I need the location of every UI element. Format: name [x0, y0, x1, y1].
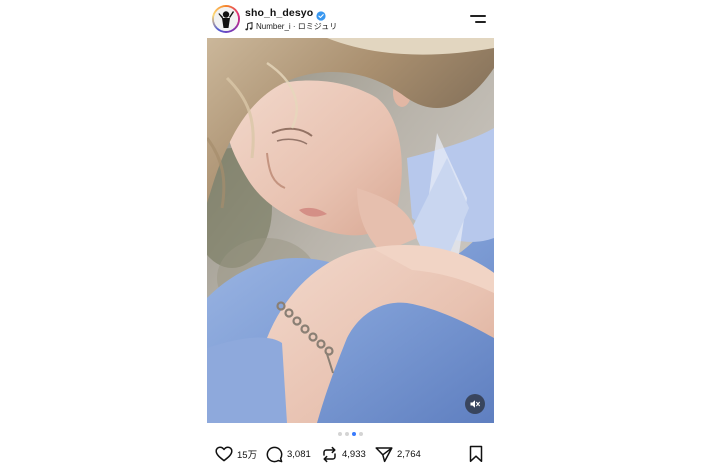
- avatar-image: [214, 7, 238, 31]
- music-info[interactable]: Number_i · ロミジュリ: [245, 21, 337, 31]
- likes-count: 15万: [237, 450, 258, 461]
- speaker-muted-icon[interactable]: [465, 394, 485, 414]
- carousel-dot-active: [352, 432, 356, 436]
- send-icon: [375, 446, 393, 463]
- username-row: sho_h_desyo: [245, 7, 326, 21]
- carousel-dot: [345, 432, 349, 436]
- music-note-icon: [245, 21, 253, 31]
- repost-button[interactable]: 4,933: [321, 443, 366, 465]
- post-photo[interactable]: [207, 38, 494, 423]
- share-button[interactable]: 2,764: [375, 443, 421, 465]
- carousel-dot: [338, 432, 342, 436]
- avatar[interactable]: [214, 7, 238, 31]
- comment-button[interactable]: 3,081: [266, 443, 311, 465]
- action-bar: 15万 3,081 4,933 2,764: [207, 443, 494, 465]
- username[interactable]: sho_h_desyo: [245, 7, 313, 19]
- menu-icon[interactable]: [470, 13, 486, 25]
- carousel-indicator: [207, 431, 494, 437]
- avatar-story-ring[interactable]: [212, 5, 240, 33]
- reposts-count: 4,933: [342, 448, 366, 460]
- carousel-dot: [359, 432, 363, 436]
- comments-count: 3,081: [287, 448, 311, 460]
- heart-icon: [215, 446, 233, 462]
- post-header: sho_h_desyo Number_i · ロミジュリ: [207, 0, 494, 38]
- bookmark-icon[interactable]: [468, 445, 484, 463]
- comment-bubble-icon: [266, 446, 283, 463]
- repost-icon: [321, 446, 338, 463]
- like-button[interactable]: 15万: [215, 443, 257, 465]
- portrait-image: [207, 38, 494, 423]
- shares-count: 2,764: [397, 448, 421, 460]
- instagram-post: sho_h_desyo Number_i · ロミジュリ 15万 3,081 4…: [207, 0, 494, 468]
- music-label: Number_i · ロミジュリ: [256, 21, 338, 31]
- verified-badge-icon: [316, 8, 326, 21]
